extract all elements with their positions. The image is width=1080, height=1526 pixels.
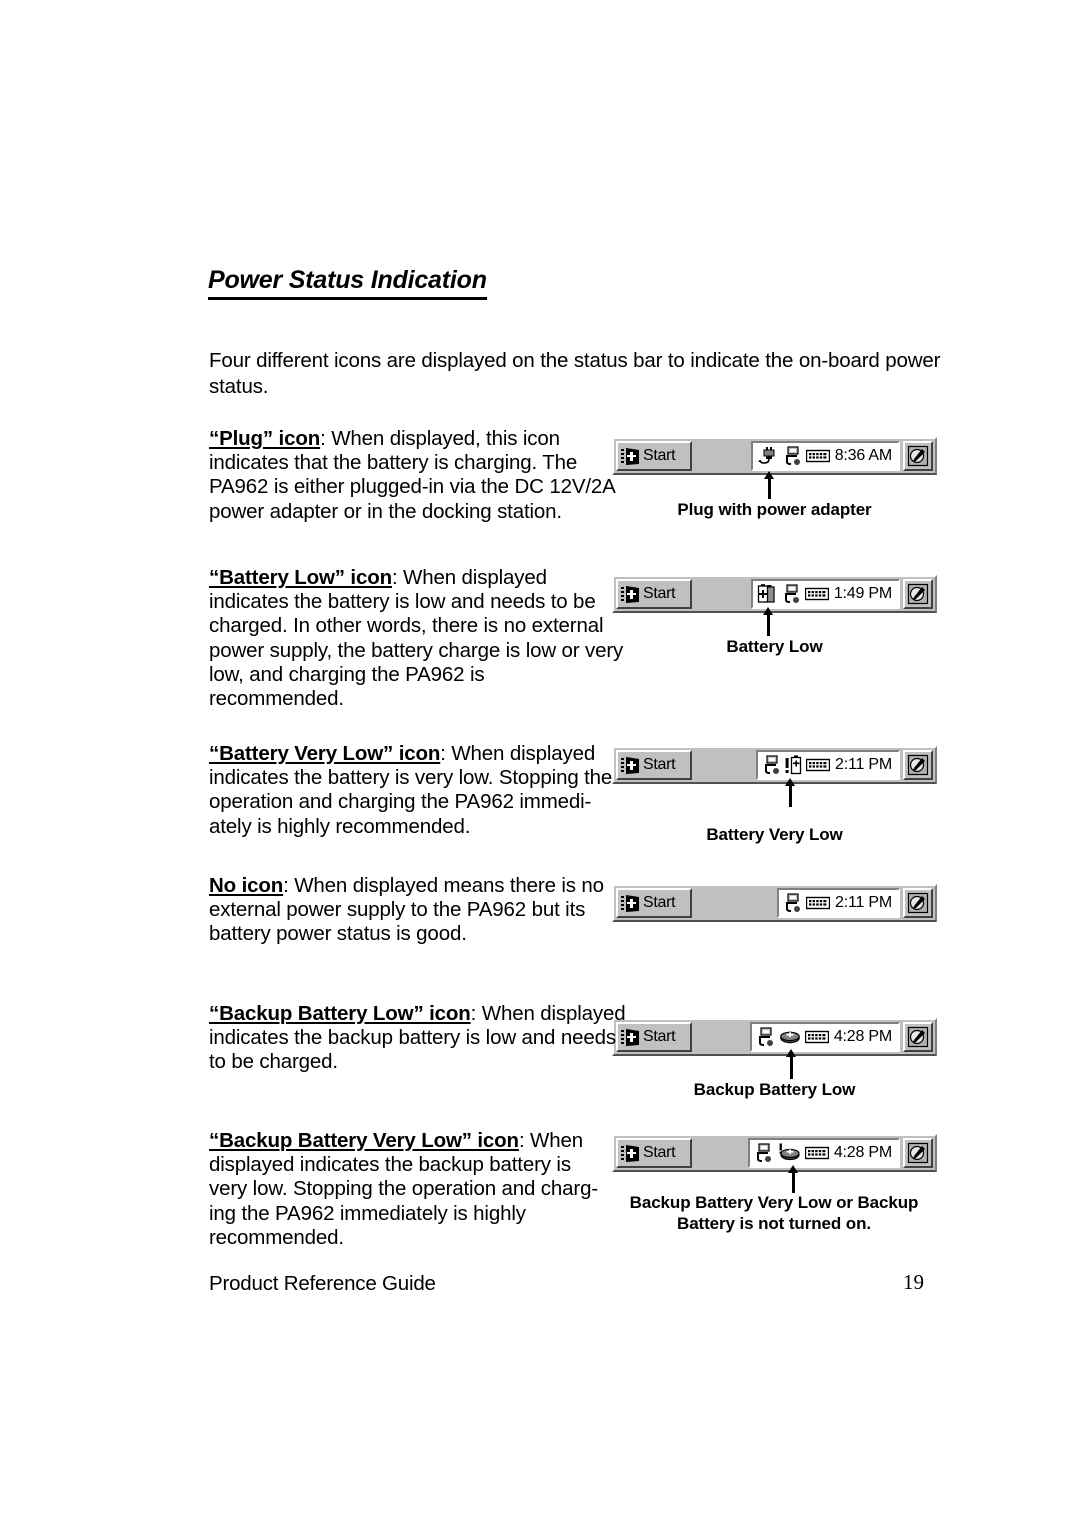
start-button-label: Start [643,756,676,773]
start-button[interactable]: Start [616,888,692,918]
keyboard-icon[interactable] [806,895,830,911]
section-battery-low-text: “Battery Low” icon: When displayed indic… [209,566,624,711]
section-backup-battery-low-text: “Backup Battery Low” icon: When displaye… [209,1002,629,1075]
callout-pointer [788,1165,798,1193]
taskbar: Start [612,746,937,784]
start-button-label: Start [643,894,676,911]
windows-ce-flag-icon [621,585,639,603]
start-button-label: Start [643,1144,676,1161]
windows-ce-flag-icon [621,1144,639,1162]
section-battery-very-low-text: “Battery Very Low” icon: When displayed … [209,742,621,839]
network-connection-icon[interactable] [762,755,781,775]
start-button-label: Start [643,1028,676,1045]
figure-caption-battery-very-low: Battery Very Low [706,825,843,844]
network-connection-icon[interactable] [783,893,802,913]
figure-caption-battery-low: Battery Low [726,637,823,656]
term-backup-battery-very-low: “Backup Battery Very Low” icon [209,1129,519,1152]
start-button-label: Start [643,447,676,464]
clock-label[interactable]: 4:28 PM [834,1029,892,1045]
term-plug: “Plug” icon [209,427,321,450]
windows-ce-flag-icon [621,756,639,774]
taskbar: Start [612,1134,937,1172]
footer-page-number: 19 [903,1270,924,1294]
network-connection-icon[interactable] [754,1143,773,1163]
callout-pointer [764,471,774,499]
keyboard-icon[interactable] [804,586,829,602]
system-tray: 1:49 PM [750,579,900,609]
callout-pointer [763,607,773,636]
term-no-icon: No icon [209,874,284,897]
windows-ce-flag-icon [621,894,639,912]
callout-pointer [786,1049,796,1079]
start-button[interactable]: Start [616,579,692,609]
start-button[interactable]: Start [616,750,692,780]
figure-backup-battery-low: Start 4:28 PM Backup Battery Low [612,1018,937,1099]
clock-label[interactable]: 2:11 PM [835,757,892,773]
pen-desktop-icon [907,754,929,776]
start-button-label: Start [643,585,676,602]
term-battery-low: “Battery Low” icon [209,566,392,589]
keyboard-icon[interactable] [804,1145,829,1161]
figure-plug: Start 8:36 AM Plug with power adapter [612,437,937,519]
figure-caption-backup-battery-very-low: Backup Battery Very Low or Backup Batter… [629,1193,919,1233]
pen-desktop-icon [907,892,929,914]
section-backup-battery-very-low-text: “Backup Battery Very Low” icon: When dis… [209,1129,609,1250]
system-tray: 2:11 PM [756,750,900,780]
keyboard-icon[interactable] [806,757,830,773]
backup-battery-low-icon[interactable] [779,1028,801,1046]
taskbar: Start [612,575,937,613]
callout-pointer [785,778,795,807]
battery-low-icon[interactable] [757,584,778,604]
desktop-pen-button[interactable] [903,579,933,609]
keyboard-icon[interactable] [804,1029,829,1045]
page-section-heading: Power Status Indication [208,266,487,300]
clock-label[interactable]: 1:49 PM [834,586,892,602]
figure-caption-backup-battery-low: Backup Battery Low [693,1080,856,1099]
system-tray: 8:36 AM [750,441,900,471]
keyboard-icon[interactable] [805,448,830,464]
pen-desktop-icon [907,1142,929,1164]
section-plug-text: “Plug” icon: When displayed, this icon i… [209,427,629,524]
system-tray: 4:28 PM [747,1138,900,1168]
system-tray: 2:11 PM [777,888,900,918]
desktop-pen-button[interactable] [903,1022,933,1052]
pen-desktop-icon [907,583,929,605]
figure-backup-battery-very-low: Start 4:28 PM Backup Battery Very Low or… [612,1134,937,1233]
taskbar: Start [612,884,937,922]
footer-document-title: Product Reference Guide [209,1272,436,1295]
figure-no-icon: Start 2:11 PM [612,884,937,922]
section-no-icon-text: No icon: When displayed means there is n… [209,874,609,947]
plug-icon[interactable] [757,446,779,466]
clock-label[interactable]: 2:11 PM [835,895,892,911]
document-page: Power Status Indication Four different i… [0,0,1080,1526]
term-battery-very-low: “Battery Very Low” icon [209,742,441,765]
taskbar: Start [612,437,937,475]
network-connection-icon[interactable] [783,446,802,466]
term-backup-battery-low: “Backup Battery Low” icon [209,1002,471,1025]
figure-caption-plug: Plug with power adapter [677,500,872,519]
clock-label[interactable]: 4:28 PM [834,1145,892,1161]
desktop-pen-button[interactable] [903,888,933,918]
network-connection-icon[interactable] [756,1027,775,1047]
pen-desktop-icon [907,1026,929,1048]
network-connection-icon[interactable] [782,584,801,604]
desktop-pen-button[interactable] [903,441,933,471]
pen-desktop-icon [907,445,929,467]
figure-battery-very-low: Start 2:11 PM Battery Very Low [612,746,937,844]
taskbar: Start [612,1018,937,1056]
battery-very-low-icon[interactable] [785,755,802,775]
figure-battery-low: Start 1:49 PM Battery Low [612,575,937,656]
backup-battery-very-low-icon[interactable] [777,1143,801,1163]
desktop-pen-button[interactable] [903,750,933,780]
system-tray: 4:28 PM [749,1022,900,1052]
intro-paragraph: Four different icons are displayed on th… [209,349,941,398]
desktop-pen-button[interactable] [903,1138,933,1168]
start-button[interactable]: Start [616,1138,692,1168]
clock-label[interactable]: 8:36 AM [835,448,893,464]
